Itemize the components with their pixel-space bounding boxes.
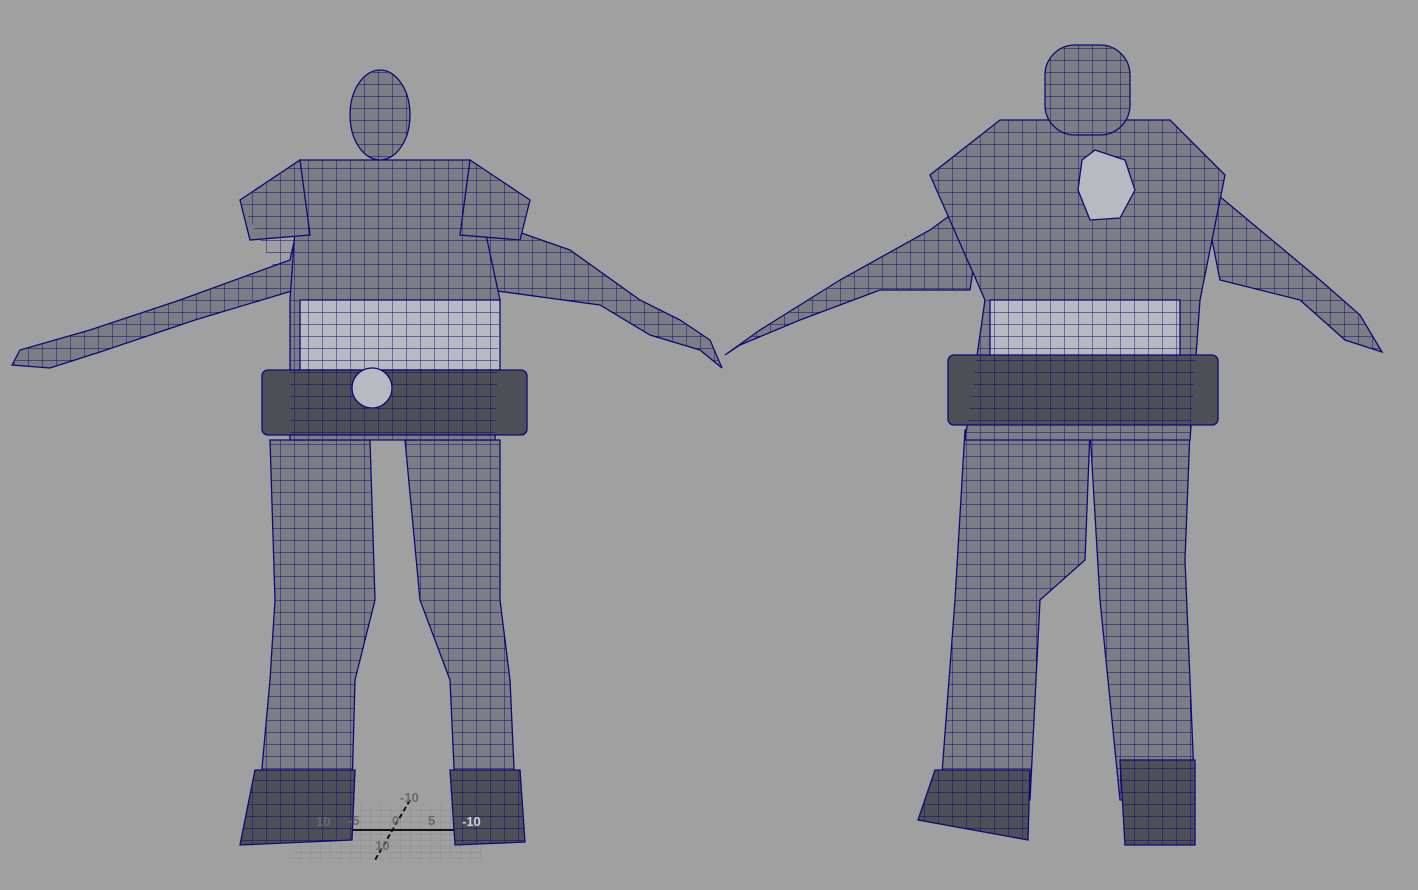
character-back-view[interactable] bbox=[724, 44, 1384, 846]
right-arm bbox=[1199, 178, 1384, 354]
legs bbox=[239, 439, 526, 846]
viewport-canvas[interactable]: -10 10 -5 0 5 10 -10 bbox=[0, 0, 1418, 890]
character-front-view[interactable] bbox=[10, 69, 723, 846]
grid-label: -10 bbox=[400, 790, 419, 805]
grid-label: -5 bbox=[348, 813, 360, 828]
legs bbox=[917, 429, 1196, 846]
maya-viewport[interactable]: -10 10 -5 0 5 10 -10 bbox=[0, 0, 1418, 890]
grid-label: 10 bbox=[375, 838, 389, 853]
torso bbox=[929, 119, 1226, 441]
head bbox=[349, 69, 411, 161]
grid-label: 0 bbox=[392, 813, 399, 828]
head bbox=[1044, 44, 1131, 136]
left-arm bbox=[724, 188, 986, 356]
grid-label: 5 bbox=[428, 813, 435, 828]
torso bbox=[239, 158, 531, 441]
grid-label: -10 bbox=[462, 814, 481, 829]
grid-label: 10 bbox=[316, 814, 330, 829]
